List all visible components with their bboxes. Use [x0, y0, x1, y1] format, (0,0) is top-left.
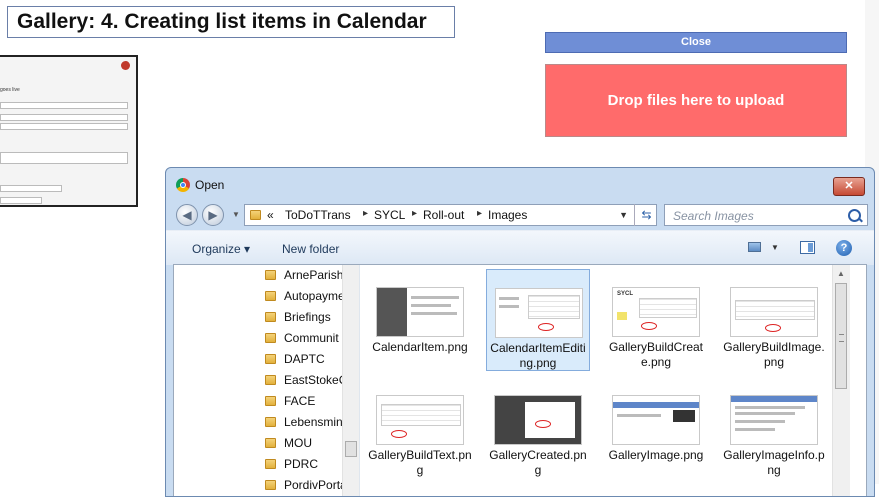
preview-pane-icon[interactable] [800, 241, 815, 254]
view-options-dropdown-icon[interactable]: ▼ [771, 243, 779, 252]
open-file-dialog: Open ✕ ◀ ▶ ▼ « ToDoTTrans ▸ SYCL ▸ Roll-… [165, 167, 875, 497]
navigation-pane: ArneParish Autopayme Briefings Communit … [174, 265, 360, 496]
background-dialog-thumbnail: goes live [0, 55, 138, 207]
navigation-bar: ◀ ▶ ▼ « ToDoTTrans ▸ SYCL ▸ Roll-out ▸ I… [166, 202, 874, 230]
close-icon [121, 61, 130, 70]
file-item-gallerybuildtext[interactable]: GalleryBuildText.png [368, 377, 472, 479]
address-bar[interactable]: « ToDoTTrans ▸ SYCL ▸ Roll-out ▸ Images … [244, 204, 657, 226]
file-name: CalendarItemEditing.png [490, 341, 586, 370]
file-thumbnail [730, 395, 818, 445]
file-name: GalleryBuildText.png [368, 448, 472, 477]
file-thumbnail [494, 395, 582, 445]
breadcrumb-separator-icon[interactable]: ▸ [363, 208, 368, 219]
folder-icon [265, 438, 276, 448]
help-icon[interactable]: ? [836, 240, 852, 256]
recent-locations-dropdown-icon[interactable]: ▼ [232, 210, 240, 219]
forward-button[interactable]: ▶ [202, 204, 224, 226]
file-thumbnail [612, 395, 700, 445]
search-icon[interactable] [848, 209, 861, 222]
dialog-toolbar: Organize ▾ New folder ▼ ? [166, 230, 874, 265]
breadcrumb-images[interactable]: Images [488, 208, 527, 222]
file-list-scrollbar[interactable]: ▲ [832, 265, 850, 496]
folder-icon [265, 459, 276, 469]
file-name: GalleryBuildImage.png [723, 340, 825, 369]
thumbnail-text: goes live [0, 87, 20, 93]
breadcrumb-sycl[interactable]: SYCL [374, 208, 405, 222]
file-thumbnail [495, 288, 583, 338]
file-name: GalleryBuildCreate.png [608, 340, 704, 369]
folder-icon [265, 354, 276, 364]
folder-icon [265, 480, 276, 490]
folder-icon [265, 312, 276, 322]
file-thumbnail [730, 287, 818, 337]
file-list: CalendarItem.png CalendarItemEditing.png… [360, 265, 850, 496]
folder-icon [265, 396, 276, 406]
file-name: CalendarItem.png [372, 340, 468, 354]
search-input[interactable]: Search Images [664, 204, 868, 226]
file-item-calendaritem[interactable]: CalendarItem.png [368, 269, 472, 371]
file-item-galleryimageinfo[interactable]: GalleryImageInfo.png [722, 377, 826, 479]
close-button[interactable]: Close [545, 32, 847, 53]
file-thumbnail [376, 395, 464, 445]
back-button[interactable]: ◀ [176, 204, 198, 226]
file-item-galleryimage[interactable]: GalleryImage.png [604, 377, 708, 479]
dialog-close-button[interactable]: ✕ [833, 177, 865, 196]
folder-icon [265, 375, 276, 385]
address-dropdown-icon[interactable]: ▼ [619, 210, 628, 220]
file-name: GalleryCreated.png [489, 448, 587, 477]
breadcrumb-separator-icon[interactable]: ▸ [477, 208, 482, 219]
refresh-icon[interactable]: ⇆ [634, 204, 658, 226]
scrollbar-thumb[interactable] [345, 441, 357, 457]
scrollbar-thumb[interactable] [835, 283, 847, 389]
folder-icon [265, 417, 276, 427]
file-item-gallerybuildcreate[interactable]: SYCL GalleryBuildCreate.png [604, 269, 708, 371]
folder-icon [265, 333, 276, 343]
breadcrumb-separator-icon[interactable]: ▸ [412, 208, 417, 219]
file-thumbnail [376, 287, 464, 337]
file-thumbnail: SYCL [612, 287, 700, 337]
file-item-gallerycreated[interactable]: GalleryCreated.png [486, 377, 590, 479]
breadcrumb-roll-out[interactable]: Roll-out [423, 208, 464, 222]
folder-icon [265, 270, 276, 280]
dialog-title: Open [195, 178, 225, 192]
breadcrumb-overflow[interactable]: « [267, 208, 274, 222]
file-name: GalleryImage.png [608, 448, 704, 462]
folder-icon [250, 210, 261, 220]
scroll-up-icon[interactable]: ▲ [837, 269, 845, 278]
dialog-titlebar[interactable]: Open ✕ [166, 168, 874, 202]
new-folder-button[interactable]: New folder [282, 242, 339, 256]
file-name: GalleryImageInfo.png [723, 448, 825, 477]
change-view-icon[interactable] [748, 242, 761, 252]
chrome-icon [176, 178, 190, 192]
search-placeholder: Search Images [673, 209, 754, 223]
drop-files-zone[interactable]: Drop files here to upload [545, 64, 847, 137]
dialog-content: ArneParish Autopayme Briefings Communit … [173, 264, 867, 496]
breadcrumb-todottrans[interactable]: ToDoTTrans [285, 208, 351, 222]
folder-icon [265, 291, 276, 301]
file-item-calendaritemediting[interactable]: CalendarItemEditing.png [486, 269, 590, 371]
file-item-gallerybuildimage[interactable]: GalleryBuildImage.png [722, 269, 826, 371]
organize-menu[interactable]: Organize ▾ [192, 242, 250, 256]
navigation-scrollbar[interactable] [342, 265, 359, 496]
page-title: Gallery: 4. Creating list items in Calen… [7, 6, 455, 38]
